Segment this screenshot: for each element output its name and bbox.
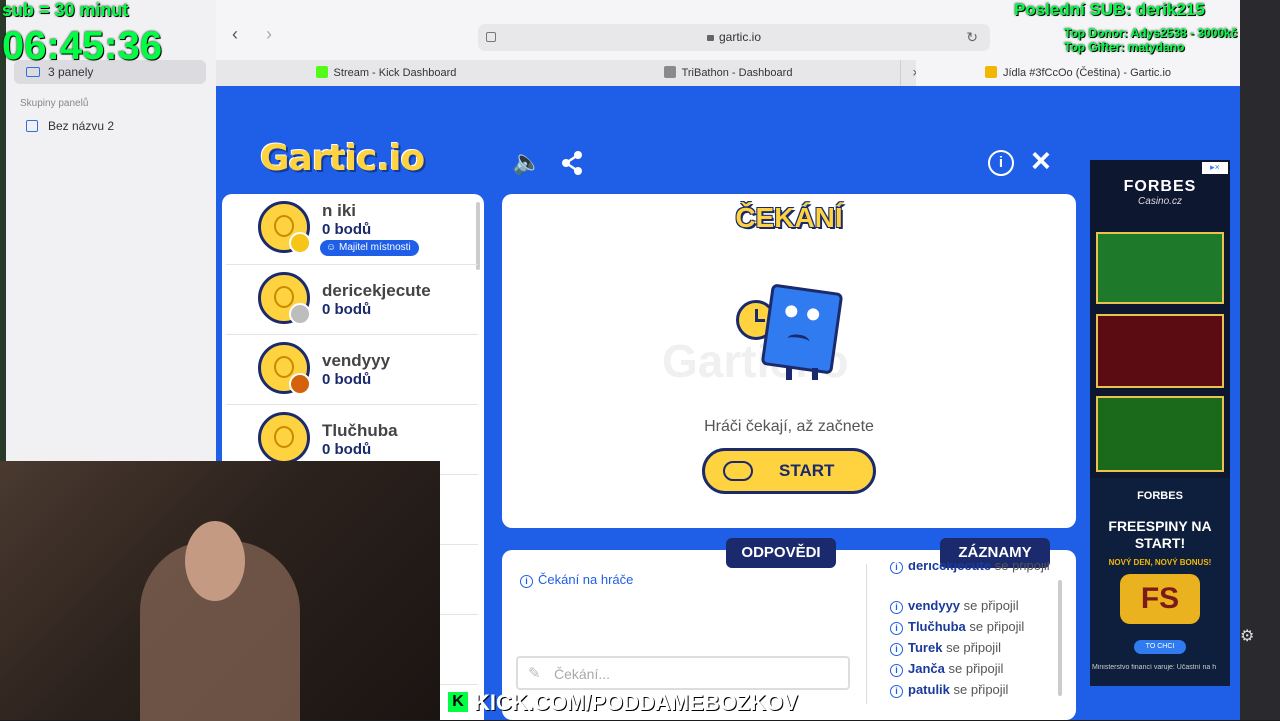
streamer-head	[185, 521, 245, 601]
record-entry: i vendyyy se připojil	[890, 598, 1019, 614]
crown-icon: ☺	[326, 242, 339, 253]
waiting-title: ČEKÁNÍ	[735, 202, 843, 233]
gear-icon[interactable]: ⚙	[1240, 626, 1254, 646]
start-label: START	[779, 461, 835, 480]
info-icon: i	[890, 622, 903, 635]
player-row[interactable]: vendyyy 0 bodů	[226, 334, 478, 405]
kick-url-bar: K KICK.COM/PODDAMEBOZKOV	[440, 688, 880, 720]
player-status-dot	[289, 373, 311, 395]
ad-cta-button[interactable]: TO CHCI	[1134, 640, 1186, 654]
record-entry: i dericekjecute se připojil	[890, 562, 1050, 574]
player-name: vendyyy	[322, 351, 391, 370]
ad-disclaimer: Ministerstvo financí varuje: Účastní na …	[1092, 664, 1217, 671]
url-bar[interactable]: gartic.io ↻	[478, 24, 990, 51]
player-points: 0 bodů	[322, 221, 372, 238]
player-row[interactable]: dericekjecute 0 bodů	[226, 264, 478, 335]
answers-log: i Čekání na hráče	[520, 572, 633, 588]
back-button[interactable]: ‹	[232, 24, 238, 45]
info-icon: i	[890, 601, 903, 614]
record-entry: i Tlučhuba se připojil	[890, 619, 1024, 635]
info-icon: i	[890, 643, 903, 656]
last-sub-text: Poslední SUB: derik215	[1014, 0, 1205, 19]
forward-button[interactable]: ›	[266, 24, 272, 45]
waiting-mascot	[736, 282, 846, 386]
kick-logo-icon: K	[448, 692, 468, 712]
slot-thumb	[1096, 314, 1224, 388]
sidebar-group-item[interactable]: Bez názvu 2	[20, 116, 200, 136]
info-icon: i	[520, 575, 533, 588]
lock-icon	[706, 35, 714, 41]
slot-thumb	[1096, 232, 1224, 304]
gartic-logo: Gartic.io	[260, 138, 425, 179]
sidebar-group-header: Skupiny panelů	[20, 98, 89, 109]
info-icon: i	[890, 562, 903, 574]
webcam-overlay	[0, 461, 440, 721]
pencil-icon: ✎	[528, 665, 541, 682]
stream-timer: 06:45:36	[2, 24, 163, 68]
top-gifter-text: Top Gifter: matydano	[1064, 40, 1185, 54]
ad-subline: NOVÝ DEN, NOVÝ BONUS!	[1108, 558, 1212, 567]
reload-icon[interactable]: ↻	[966, 24, 978, 51]
reader-icon[interactable]	[486, 32, 496, 42]
player-name: n iki	[322, 201, 357, 220]
url-text: gartic.io	[718, 30, 762, 44]
share-icon[interactable]	[560, 150, 584, 176]
info-icon: i	[890, 664, 903, 677]
waiting-text: Hráči čekají, až začnete	[704, 418, 874, 435]
player-avatar	[258, 272, 311, 325]
gartic-icon	[984, 66, 997, 78]
player-avatar	[258, 342, 311, 395]
owner-badge: ☺ Majitel místnosti	[320, 240, 419, 256]
player-points: 0 bodů	[322, 441, 372, 458]
sub-rule-text: sub = 30 minut	[2, 0, 129, 20]
player-avatar	[258, 201, 311, 254]
start-button[interactable]: START	[702, 448, 876, 494]
answer-placeholder: Čekání...	[554, 666, 611, 682]
chat-divider	[866, 564, 867, 704]
sidebar-group-label: Bez názvu 2	[48, 119, 115, 133]
tab-answers[interactable]: ODPOVĚDI	[726, 538, 836, 568]
record-entry: i patulik se připojil	[890, 682, 1008, 698]
player-status-dot	[289, 232, 311, 254]
record-entry: i Janča se připojil	[890, 661, 1003, 677]
ad-logo: FS	[1120, 574, 1200, 624]
records-log: i dericekjecute se připojil i vendyyy se p…	[890, 562, 1058, 702]
tab-kick-dashboard[interactable]: Stream - Kick Dashboard	[216, 60, 557, 86]
tribathon-icon	[663, 66, 676, 78]
player-status-dot	[289, 303, 311, 325]
gamepad-icon	[723, 461, 753, 481]
info-icon[interactable]: i	[988, 150, 1014, 176]
sound-icon[interactable]: 🔈	[512, 148, 542, 177]
info-icon: i	[890, 685, 903, 698]
kick-icon	[315, 66, 328, 78]
player-avatar	[258, 412, 310, 464]
ad-banner[interactable]: ▸× FORBES Casino.cz FORBES FREESPINY NA …	[1090, 160, 1230, 686]
close-icon[interactable]: ×	[1031, 142, 1051, 181]
record-entry: i Turek se připojil	[890, 640, 1001, 656]
waiting-panel: ČEKÁNÍ Gartic.io Hráči čekají, až začnet…	[502, 194, 1076, 528]
ad-brand: FORBES	[1123, 178, 1197, 195]
player-name: Tlučhuba	[322, 421, 398, 440]
tab-tribathon-dashboard[interactable]: TriBathon - Dashboard ×	[556, 60, 920, 86]
ad-close-icon[interactable]: ▸×	[1202, 162, 1228, 174]
ad-brand-small: FORBES	[1137, 490, 1183, 502]
ad-lower: FORBES FREESPINY NA START! NOVÝ DEN, NOV…	[1090, 478, 1230, 686]
records-scrollbar[interactable]	[1058, 580, 1062, 696]
slot-thumb	[1096, 396, 1224, 472]
top-donor-text: Top Donor: Adys2538 - 3000kč	[1064, 26, 1238, 40]
ad-headline: FREESPINY NA START!	[1108, 518, 1212, 551]
player-points: 0 bodů	[322, 301, 372, 318]
player-row[interactable]: n iki 0 bodů ☺ Majitel místnosti	[226, 194, 478, 265]
kick-url: KICK.COM/PODDAMEBOZKOV	[474, 690, 798, 715]
player-name: dericekjecute	[322, 281, 431, 300]
tab-gartic[interactable]: Jídla #3fCcOo (Čeština) - Gartic.io	[916, 60, 1241, 86]
answer-input[interactable]: ✎ Čekání...	[516, 656, 850, 690]
tab-group-icon	[26, 120, 38, 132]
tab-bar: Stream - Kick Dashboard TriBathon - Dash…	[216, 60, 1241, 87]
desktop-right: ⚙	[1240, 0, 1280, 720]
player-points: 0 bodů	[322, 371, 372, 388]
ad-brand-sub: Casino.cz	[1138, 196, 1182, 207]
